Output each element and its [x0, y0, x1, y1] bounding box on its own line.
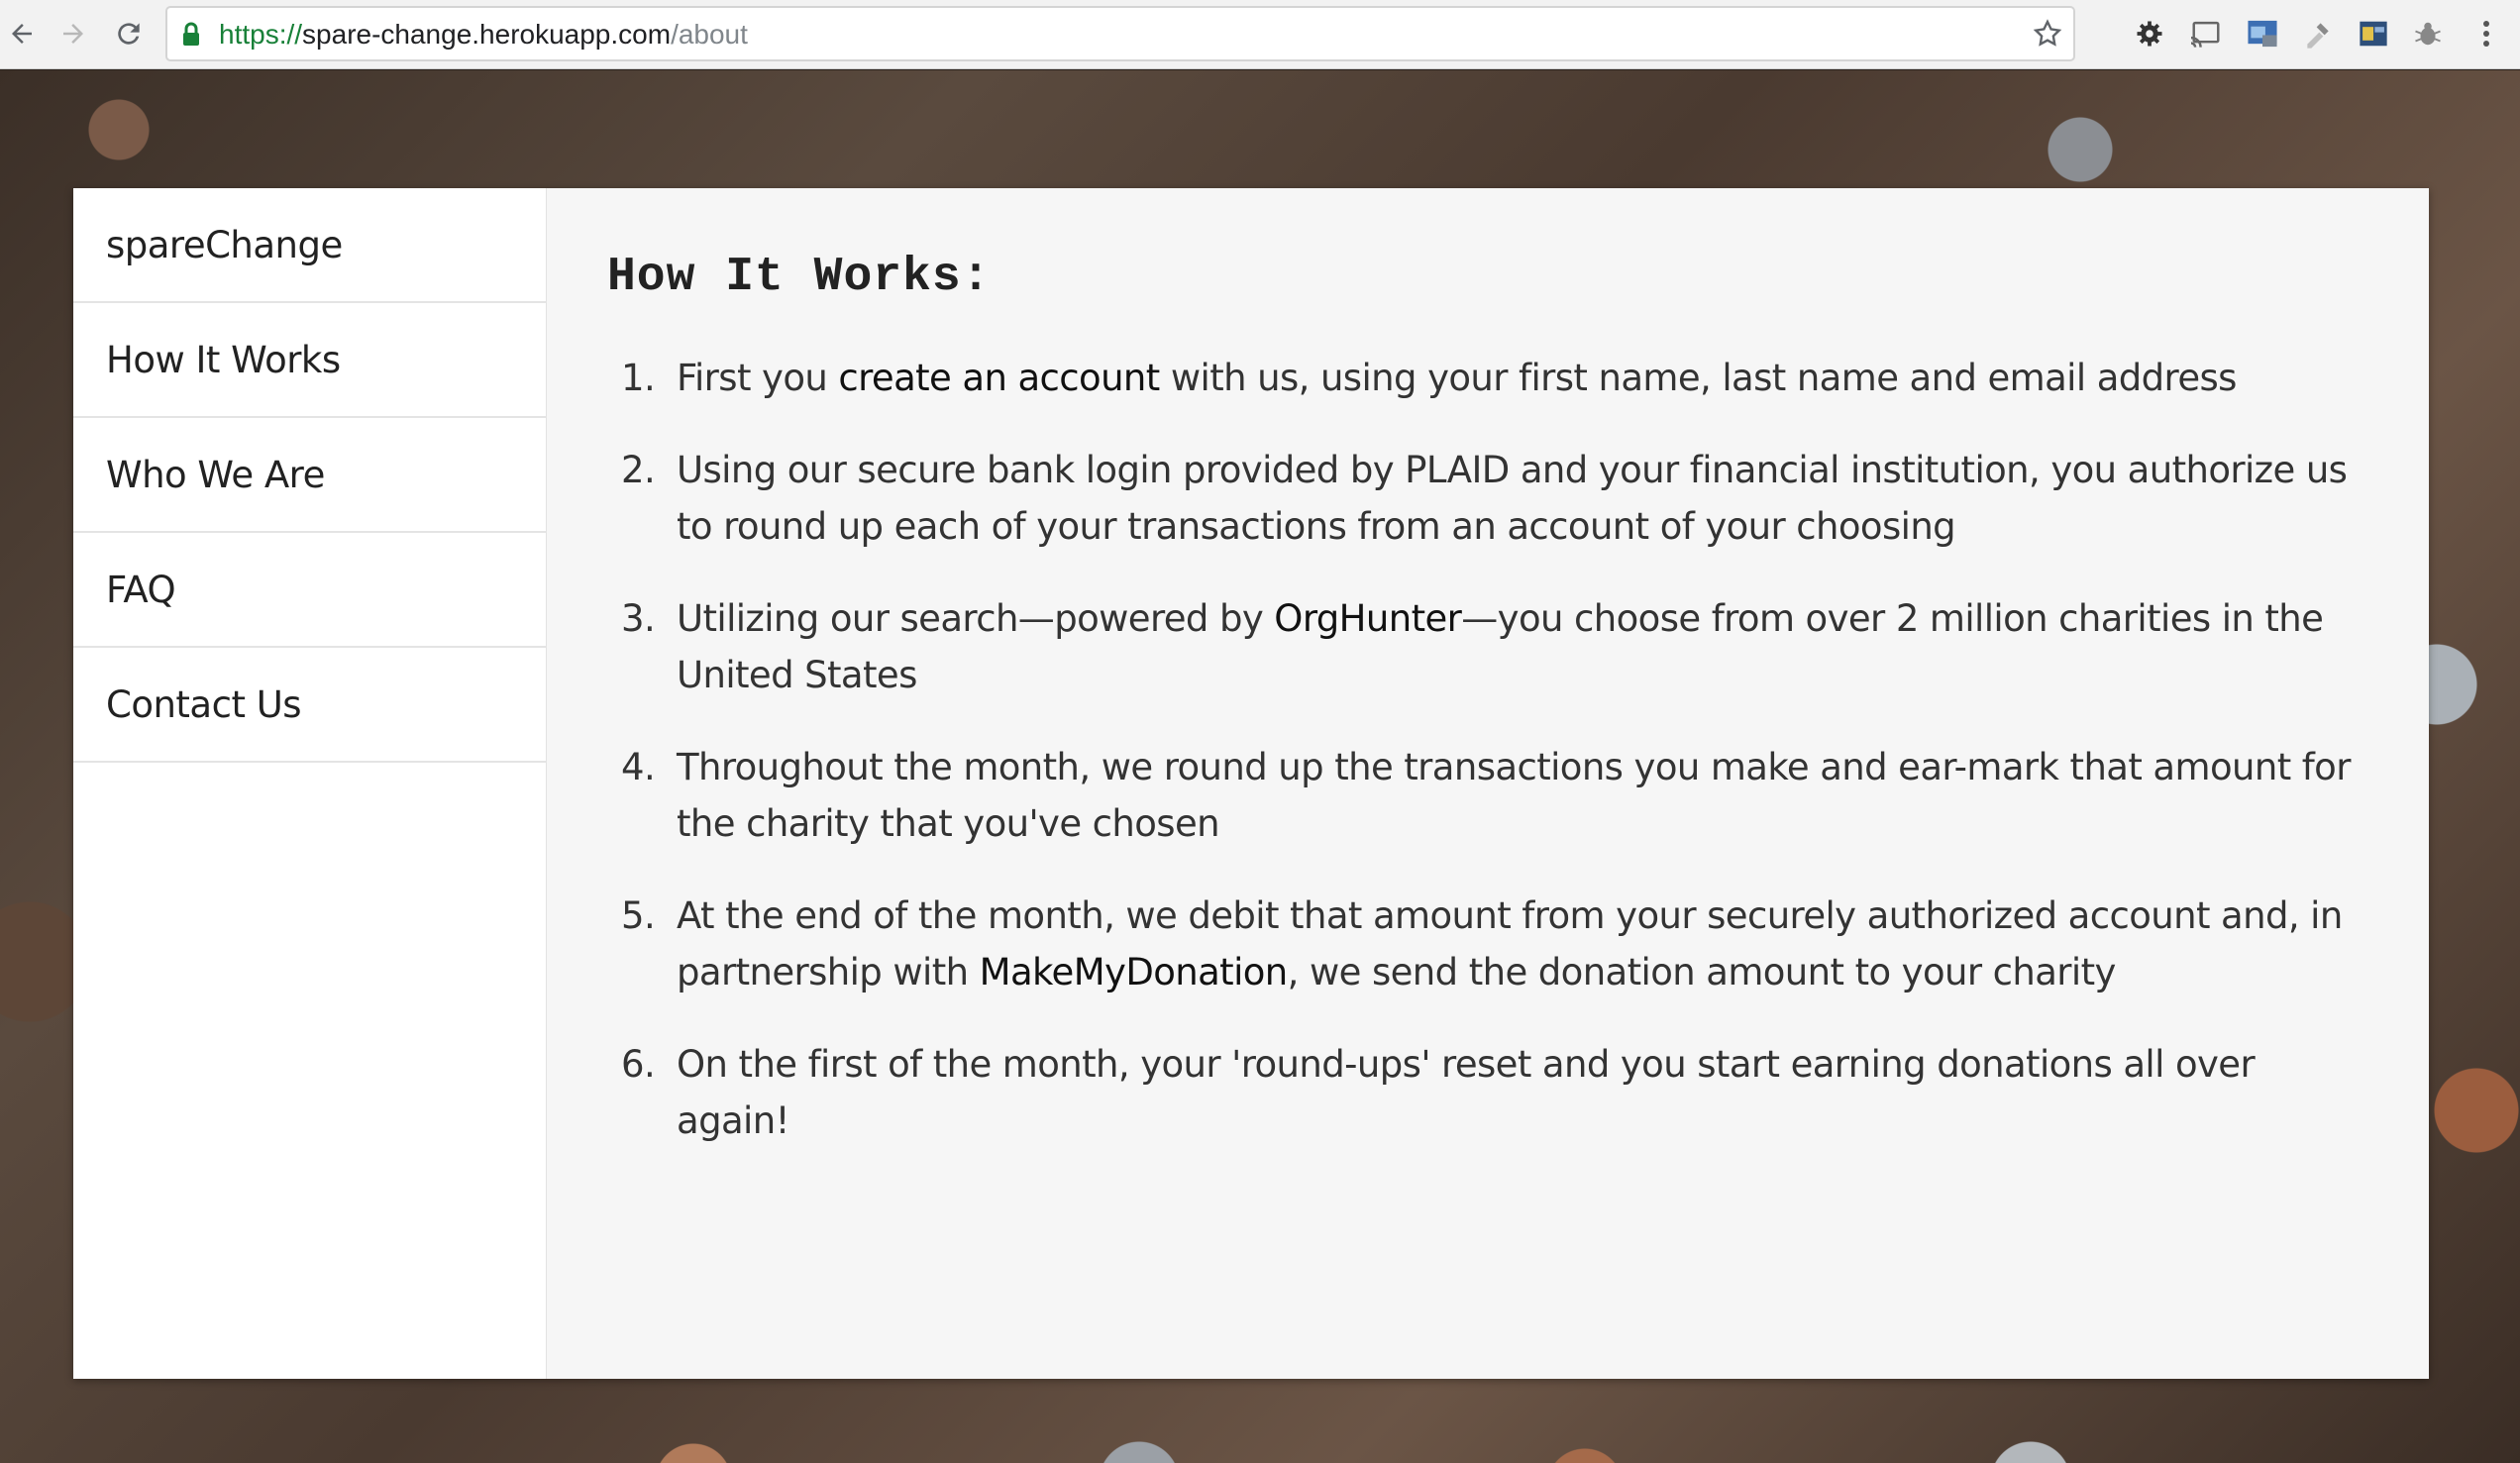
reload-button[interactable] — [107, 12, 151, 55]
list-item: 5. At the end of the month, we debit that… — [607, 888, 2369, 1000]
sidebar-item-faq[interactable]: FAQ — [73, 533, 546, 648]
lock-icon — [181, 22, 201, 52]
sidebar-item-who-we-are[interactable]: Who We Are — [73, 418, 546, 533]
main-card: spareChange How It Works Who We Are FAQ … — [73, 188, 2429, 1379]
sidebar-brand[interactable]: spareChange — [73, 188, 546, 303]
url-host: spare-change.herokuapp.com — [302, 19, 672, 50]
bug-extension-icon[interactable] — [2408, 14, 2448, 53]
address-bar[interactable]: https://spare-change.herokuapp.com/about — [165, 6, 2075, 61]
step-text: , we send the donation amount to your ch… — [1287, 951, 2117, 993]
window-extension-icon[interactable] — [2354, 14, 2393, 53]
list-item: 1. First you create an account with us, u… — [607, 350, 2369, 406]
step-number: 4. — [621, 746, 656, 788]
list-item: 2. Using our secure bank login provided b… — [607, 442, 2369, 555]
main-content: How It Works: 1. First you create an acco… — [547, 188, 2429, 1379]
back-arrow-icon — [12, 24, 32, 44]
cast-icon[interactable] — [2186, 14, 2226, 53]
browser-menu-icon[interactable] — [2467, 14, 2506, 53]
create-account-link[interactable]: create an account — [838, 357, 1160, 399]
step-text: Throughout the month, we round up the tr… — [677, 746, 2351, 845]
browser-toolbar: https://spare-change.herokuapp.com/about — [0, 0, 2520, 69]
screenshot-extension-icon[interactable] — [2243, 14, 2282, 53]
step-number: 1. — [621, 357, 656, 399]
eyedropper-extension-icon[interactable] — [2298, 14, 2338, 53]
step-number: 2. — [621, 449, 656, 491]
url-text: https://spare-change.herokuapp.com/about — [219, 20, 748, 50]
sidebar-item-contact-us[interactable]: Contact Us — [73, 648, 546, 763]
back-button[interactable] — [0, 12, 44, 55]
step-number: 3. — [621, 597, 656, 640]
step-text: with us, using your first name, last nam… — [1159, 357, 2238, 399]
step-text: On the first of the month, your 'round-u… — [677, 1043, 2256, 1142]
forward-button[interactable] — [52, 12, 95, 55]
list-item: 4. Throughout the month, we round up the … — [607, 739, 2369, 852]
forward-arrow-icon — [63, 24, 83, 44]
orghunter-link[interactable]: OrgHunter — [1274, 597, 1462, 640]
sidebar-item-how-it-works[interactable]: How It Works — [73, 303, 546, 418]
settings-gear-icon[interactable] — [2130, 14, 2169, 53]
bookmark-star-icon[interactable] — [2032, 18, 2063, 54]
sidebar: spareChange How It Works Who We Are FAQ … — [73, 188, 547, 1379]
list-item: 6. On the first of the month, your 'round… — [607, 1036, 2369, 1149]
url-scheme: https:// — [219, 19, 303, 50]
makemydonation-link[interactable]: MakeMyDonation — [980, 951, 1289, 993]
step-number: 5. — [621, 894, 656, 937]
reload-icon — [118, 23, 140, 45]
url-path: /about — [671, 19, 748, 50]
list-item: 3. Utilizing our search—powered by OrgHun… — [607, 590, 2369, 703]
step-number: 6. — [621, 1043, 656, 1086]
step-text: First you — [677, 357, 839, 399]
page-title: How It Works: — [607, 251, 992, 304]
steps-list: 1. First you create an account with us, u… — [607, 350, 2369, 1149]
step-text: Utilizing our search—powered by — [677, 597, 1275, 640]
step-text: Using our secure bank login provided by … — [677, 449, 2348, 548]
